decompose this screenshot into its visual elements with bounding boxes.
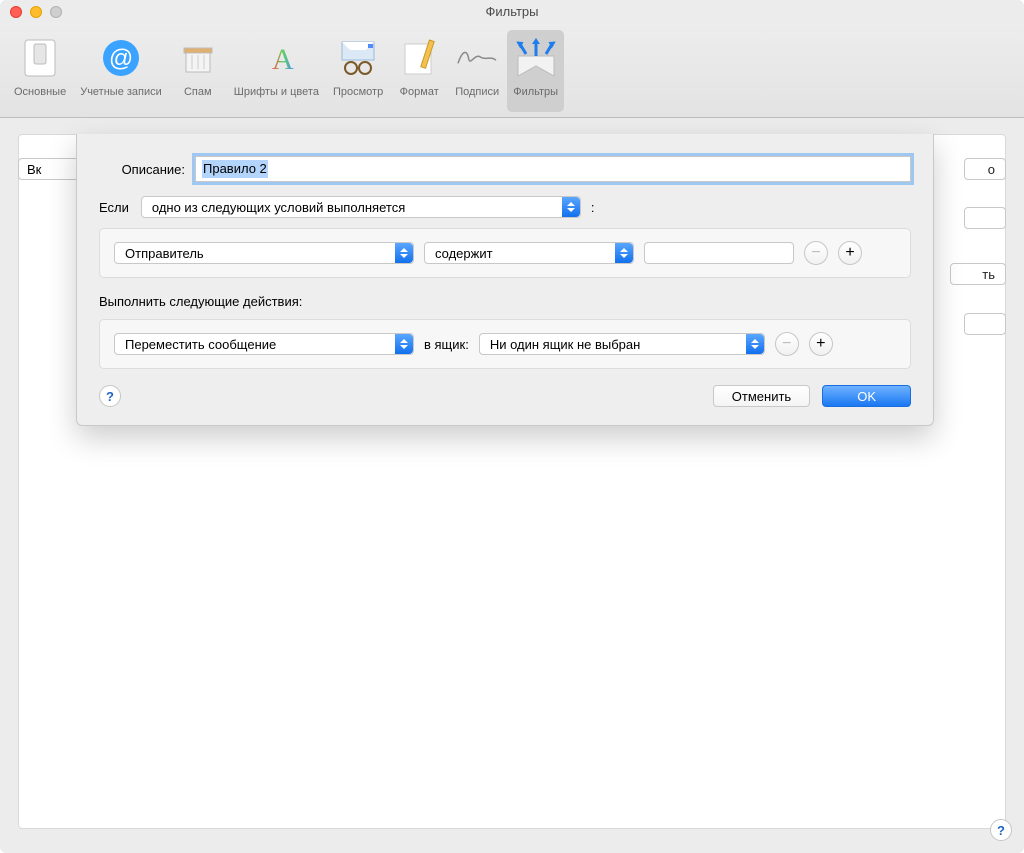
colon: :	[591, 200, 595, 215]
tab-viewing[interactable]: Просмотр	[327, 30, 389, 112]
compose-icon	[397, 36, 441, 80]
general-icon	[18, 36, 62, 80]
bg-add-rule-button[interactable]: о	[964, 158, 1006, 180]
remove-action-button[interactable]: −	[775, 332, 799, 356]
bg-remove-rule-button[interactable]	[964, 313, 1006, 335]
actions-label: Выполнить следующие действия:	[99, 294, 911, 309]
ok-button[interactable]: OK	[822, 385, 911, 407]
glasses-icon	[336, 36, 380, 80]
cancel-button[interactable]: Отменить	[713, 385, 810, 407]
trash-icon	[176, 36, 220, 80]
help-button[interactable]: ?	[990, 819, 1012, 841]
tab-junk[interactable]: Спам	[170, 30, 226, 112]
tab-accounts[interactable]: @ Учетные записи	[74, 30, 168, 112]
svg-text:A: A	[272, 43, 294, 76]
preferences-toolbar: Основные @ Учетные записи Спам A Шрифты …	[0, 23, 1024, 118]
chevron-updown-icon	[562, 197, 580, 217]
bg-active-header: Вк	[18, 158, 80, 180]
tab-fonts[interactable]: A Шрифты и цвета	[228, 30, 325, 112]
tab-signatures[interactable]: Подписи	[449, 30, 505, 112]
action-verb-dropdown[interactable]: Переместить сообщение	[114, 333, 414, 355]
action-row: Переместить сообщение в ящик: Ни один ящ…	[114, 332, 896, 356]
sheet-help-button[interactable]: ?	[99, 385, 121, 407]
rule-editor-sheet: Описание: Правило 2 Если одно из следующ…	[76, 134, 934, 426]
rules-icon	[514, 36, 558, 80]
condition-row: Отправитель содержит − +	[114, 241, 896, 265]
at-icon: @	[99, 36, 143, 80]
to-mailbox-label: в ящик:	[424, 337, 469, 352]
condition-operator-dropdown[interactable]: содержит	[424, 242, 634, 264]
svg-text:@: @	[109, 45, 133, 72]
if-label: Если	[99, 200, 129, 215]
actions-group: Переместить сообщение в ящик: Ни один ящ…	[99, 319, 911, 369]
condition-value-input[interactable]	[644, 242, 794, 264]
description-input[interactable]: Правило 2	[195, 156, 911, 182]
match-mode-dropdown[interactable]: одно из следующих условий выполняется	[141, 196, 581, 218]
chevron-updown-icon	[746, 334, 764, 354]
window-title: Фильтры	[0, 4, 1024, 19]
target-mailbox-dropdown[interactable]: Ни один ящик не выбран	[479, 333, 765, 355]
titlebar: Фильтры	[0, 0, 1024, 23]
signature-icon	[455, 36, 499, 80]
chevron-updown-icon	[615, 243, 633, 263]
bg-duplicate-rule-button[interactable]: ть	[950, 263, 1006, 285]
description-label: Описание:	[99, 162, 195, 177]
tab-composing[interactable]: Формат	[391, 30, 447, 112]
remove-condition-button[interactable]: −	[804, 241, 828, 265]
bg-edit-rule-button[interactable]	[964, 207, 1006, 229]
fonts-icon: A	[254, 36, 298, 80]
add-condition-button[interactable]: +	[838, 241, 862, 265]
preferences-window: Фильтры Основные @ Учетные записи Спам A…	[0, 0, 1024, 853]
tab-rules[interactable]: Фильтры	[507, 30, 564, 112]
chevron-updown-icon	[395, 334, 413, 354]
tab-general[interactable]: Основные	[8, 30, 72, 112]
sheet-buttons: ? Отменить OK	[99, 385, 911, 407]
add-action-button[interactable]: +	[809, 332, 833, 356]
condition-field-dropdown[interactable]: Отправитель	[114, 242, 414, 264]
conditions-group: Отправитель содержит − +	[99, 228, 911, 278]
chevron-updown-icon	[395, 243, 413, 263]
